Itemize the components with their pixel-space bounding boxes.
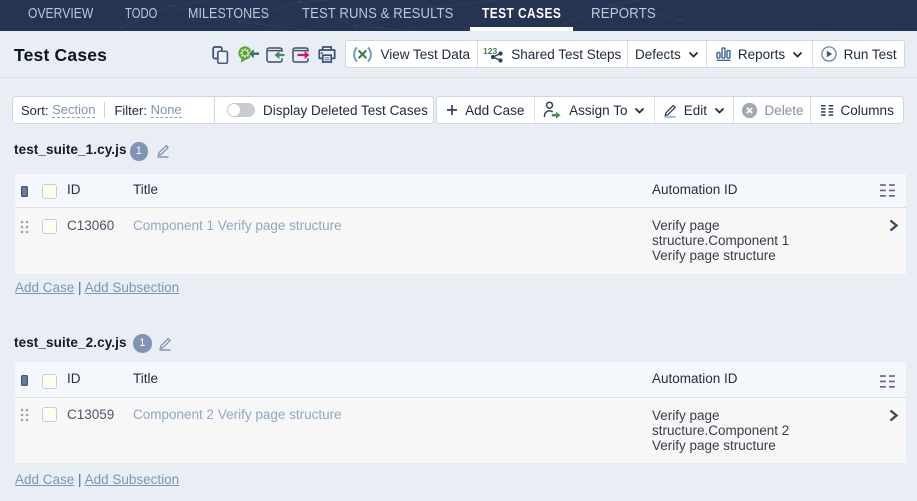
svg-text:123: 123 bbox=[483, 46, 497, 56]
